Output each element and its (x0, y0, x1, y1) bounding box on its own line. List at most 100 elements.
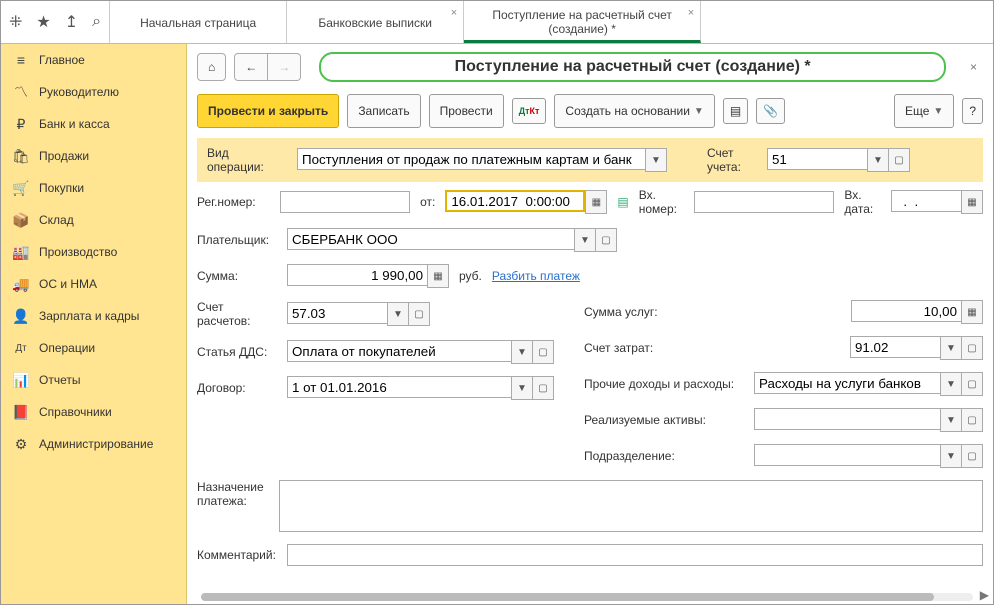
reg-no-input[interactable] (280, 191, 410, 213)
home-button[interactable]: ⌂ (197, 53, 226, 81)
top-tools: ⁜ ★ ↥ ⌕ (1, 1, 110, 43)
in-date-label: Вх. дата: (844, 188, 881, 216)
top-bar: ⁜ ★ ↥ ⌕ Начальная страница Банковские вы… (1, 1, 993, 44)
sidebar-item-stock[interactable]: 📦Склад (1, 204, 186, 236)
assets-input[interactable] (754, 408, 940, 430)
sidebar-item-label: Банк и касса (39, 117, 110, 131)
open-icon[interactable]: ▢ (962, 336, 983, 360)
service-sum-input[interactable] (851, 300, 961, 322)
sidebar-item-bank[interactable]: ₽ Банк и касса (1, 108, 186, 140)
dropdown-icon[interactable]: ▼ (940, 408, 962, 432)
sidebar-item-main[interactable]: ≡Главное (1, 44, 186, 76)
sidebar-item-sales[interactable]: 🛍 Продажи (1, 140, 186, 172)
dropdown-icon[interactable]: ▼ (574, 228, 596, 252)
op-type-input[interactable] (297, 148, 645, 170)
sidebar: ≡Главное 〽Руководителю ₽ Банк и касса 🛍 Пр… (1, 44, 187, 604)
ruble-icon: ₽ (13, 116, 29, 132)
op-type-label: Вид операции: (207, 146, 287, 174)
scroll-right-icon[interactable]: ▶ (980, 588, 989, 602)
open-icon[interactable]: ▢ (533, 340, 554, 364)
close-icon[interactable]: × (451, 7, 457, 19)
sidebar-item-production[interactable]: 🏭Производство (1, 236, 186, 268)
in-no-input[interactable] (694, 191, 834, 213)
post-close-button[interactable]: Провести и закрыть (197, 94, 339, 128)
open-icon[interactable]: ▢ (962, 444, 983, 468)
contract-input[interactable] (287, 376, 511, 398)
sidebar-item-catalogs[interactable]: 📕Справочники (1, 396, 186, 428)
dropdown-icon[interactable]: ▼ (867, 148, 889, 172)
comment-input[interactable] (287, 544, 983, 566)
sidebar-item-label: Главное (39, 53, 85, 67)
box-icon: 📦 (13, 212, 29, 228)
sidebar-item-label: Производство (39, 245, 117, 259)
sidebar-item-label: Продажи (39, 149, 89, 163)
split-payment-link[interactable]: Разбить платеж (492, 269, 580, 283)
dds-input[interactable] (287, 340, 511, 362)
sidebar-item-label: Операции (39, 341, 95, 355)
sidebar-item-operations[interactable]: Дт Операции (1, 332, 186, 364)
doc-icon[interactable]: ▤ (617, 195, 628, 209)
sidebar-item-manager[interactable]: 〽Руководителю (1, 76, 186, 108)
person-icon: 👤 (13, 308, 29, 324)
post-button[interactable]: Провести (429, 94, 504, 128)
settle-acc-input[interactable] (287, 302, 387, 324)
history-icon[interactable]: ↥ (65, 12, 78, 32)
sidebar-item-hr[interactable]: 👤Зарплата и кадры (1, 300, 186, 332)
cost-acc-input[interactable] (850, 336, 940, 358)
open-icon[interactable]: ▢ (889, 148, 910, 172)
tab-home[interactable]: Начальная страница (110, 1, 287, 43)
tabs: Начальная страница Банковские выписки× П… (110, 1, 701, 43)
attach-button[interactable]: 📎 (756, 98, 785, 124)
purpose-textarea[interactable] (279, 480, 983, 532)
dropdown-icon[interactable]: ▼ (940, 444, 962, 468)
more-button[interactable]: Еще▼ (894, 94, 954, 128)
payer-input[interactable] (287, 228, 574, 250)
other-input[interactable] (754, 372, 940, 394)
search-icon[interactable]: ⌕ (92, 13, 101, 31)
dropdown-icon[interactable]: ▼ (940, 336, 962, 360)
date-input[interactable] (445, 190, 585, 212)
open-icon[interactable]: ▢ (409, 302, 430, 326)
forward-button[interactable]: → (268, 53, 301, 81)
open-icon[interactable]: ▢ (533, 376, 554, 400)
sidebar-item-admin[interactable]: ⚙Администрирование (1, 428, 186, 460)
calendar-icon[interactable]: ▦ (961, 190, 983, 214)
sidebar-item-purchase[interactable]: 🛒Покупки (1, 172, 186, 204)
tab-receipt-create[interactable]: Поступление на расчетный счет (создание)… (464, 1, 701, 43)
apps-icon[interactable]: ⁜ (9, 12, 22, 32)
in-date-input[interactable] (891, 190, 961, 212)
print-button[interactable]: ▤ (723, 98, 748, 124)
create-based-button[interactable]: Создать на основании▼ (554, 94, 714, 128)
settle-acc-label: Счет расчетов: (197, 300, 277, 328)
horizontal-scrollbar[interactable] (201, 593, 973, 601)
open-icon[interactable]: ▢ (962, 408, 983, 432)
open-icon[interactable]: ▢ (596, 228, 617, 252)
sidebar-item-reports[interactable]: 📊Отчеты (1, 364, 186, 396)
tab-bank-statements[interactable]: Банковские выписки× (287, 1, 464, 43)
open-icon[interactable]: ▢ (962, 372, 983, 396)
calendar-icon[interactable]: ▦ (585, 190, 607, 214)
calc-icon[interactable]: ▦ (427, 264, 449, 288)
close-button[interactable]: × (964, 60, 983, 74)
favorites-icon[interactable]: ★ (36, 12, 50, 32)
sum-input[interactable] (287, 264, 427, 286)
account-input[interactable] (767, 148, 867, 170)
dropdown-icon[interactable]: ▼ (511, 340, 533, 364)
dropdown-icon[interactable]: ▼ (940, 372, 962, 396)
in-no-label: Вх. номер: (639, 188, 685, 216)
tab-label: Поступление на расчетный счет (создание)… (482, 8, 682, 36)
close-icon[interactable]: × (688, 7, 694, 19)
sidebar-item-assets[interactable]: 🚚ОС и НМА (1, 268, 186, 300)
bag-icon: 🛍 (13, 148, 29, 164)
dtkt-icon: Дт (13, 340, 29, 356)
dtkt-button[interactable]: ДтКт (512, 98, 547, 124)
dropdown-icon[interactable]: ▼ (387, 302, 409, 326)
dropdown-icon[interactable]: ▼ (645, 148, 667, 172)
dropdown-icon[interactable]: ▼ (511, 376, 533, 400)
gear-icon: ⚙ (13, 436, 29, 452)
calc-icon[interactable]: ▦ (961, 300, 983, 324)
back-button[interactable]: ← (234, 53, 268, 81)
save-button[interactable]: Записать (347, 94, 420, 128)
help-button[interactable]: ? (962, 98, 983, 124)
division-input[interactable] (754, 444, 940, 466)
